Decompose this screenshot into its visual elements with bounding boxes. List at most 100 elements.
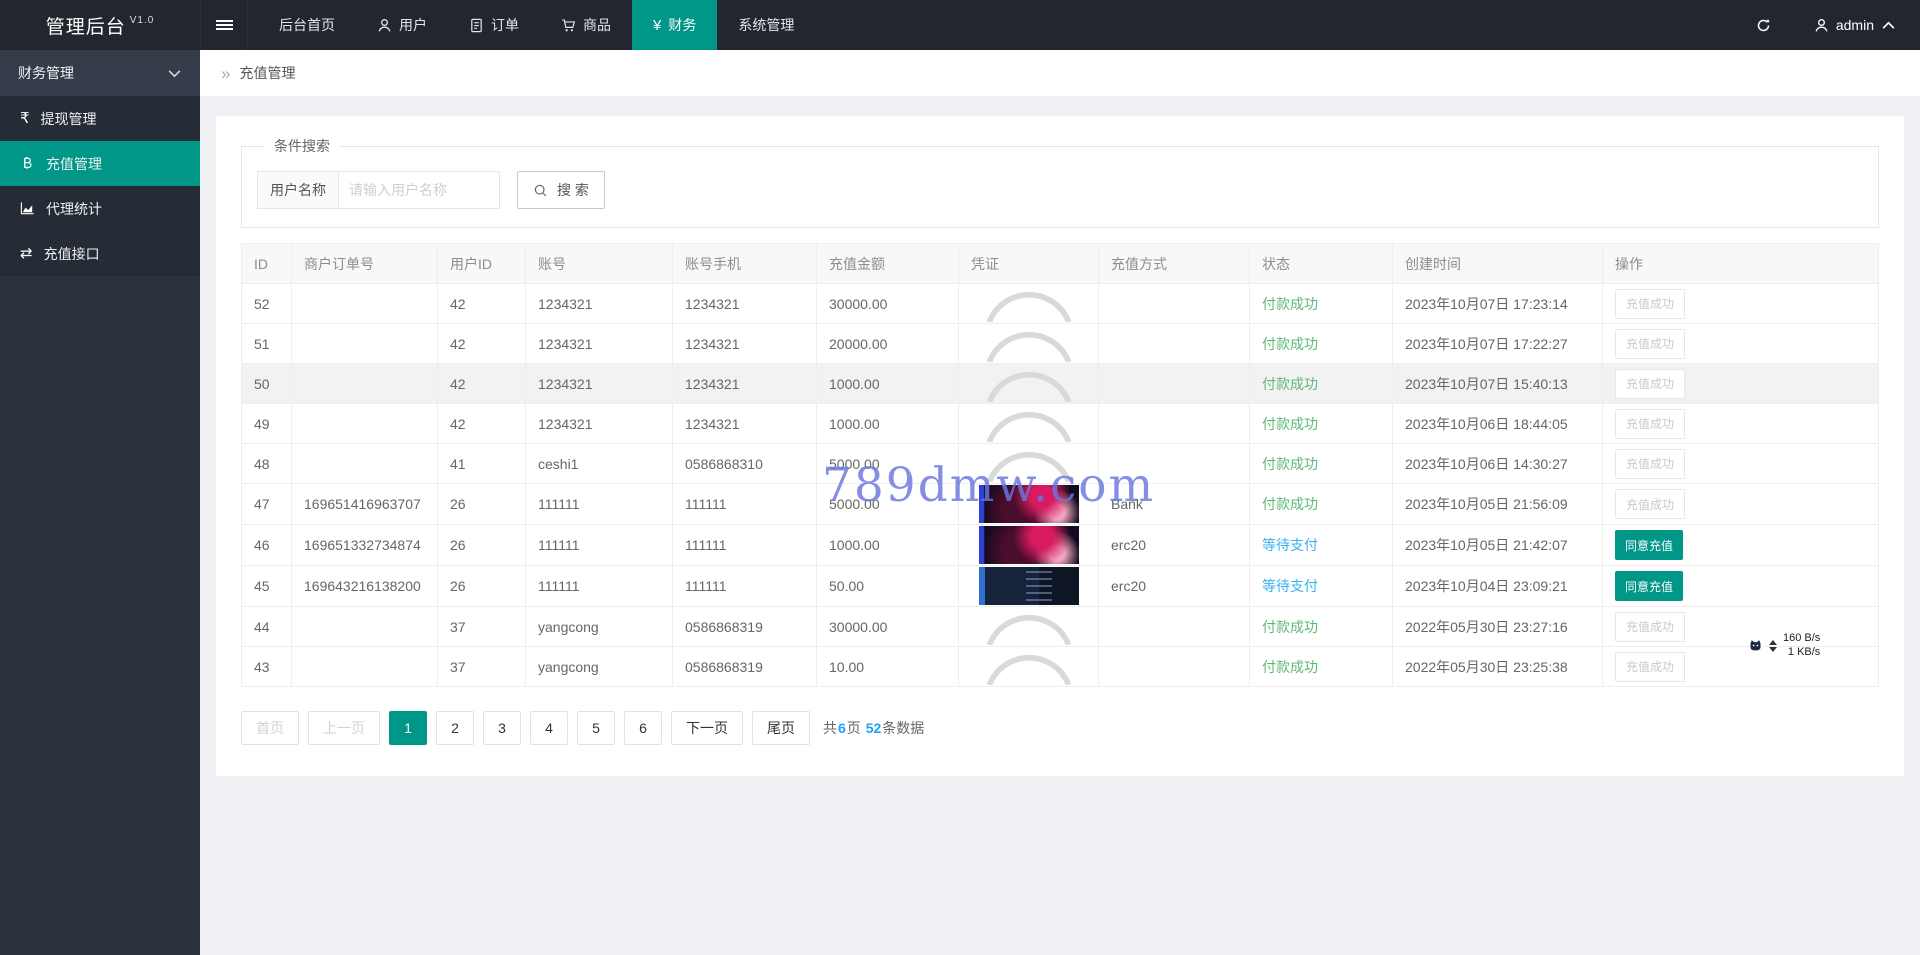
voucher-image[interactable]: [978, 526, 1079, 564]
refresh-icon: [1756, 18, 1771, 33]
voucher-image[interactable]: [978, 567, 1079, 605]
cell-account: 111111: [525, 565, 673, 607]
cell-user-id: 42: [437, 403, 526, 444]
table-row: 43 37 yangcong 0586868319 10.00 付款成功 2022年05月3…: [241, 646, 1879, 687]
search-row: 用户名称 搜 索: [257, 171, 1863, 209]
cell-order-no: 169651332734874: [291, 524, 438, 566]
nav-item-label: 订单: [491, 17, 519, 33]
cell-amount: 1000.00: [816, 524, 959, 566]
content-wrapper: 条件搜索 用户名称 搜 索: [200, 97, 1920, 776]
cell-account: 1234321: [525, 323, 673, 364]
cell-account: 111111: [525, 524, 673, 566]
cell-amount: 1000.00: [816, 403, 959, 444]
column-header: 用户ID: [437, 243, 526, 284]
cell-order-no: 169651416963707: [291, 483, 438, 525]
table-row: 52 42 1234321 1234321 30000.00 付款成功 2023年10月07…: [241, 283, 1879, 324]
hamburger-icon: [215, 18, 233, 32]
username-label: 用户名称: [257, 171, 338, 209]
nav-item-label: 财务: [668, 17, 697, 33]
cell-action: 充值成功: [1602, 606, 1879, 647]
table-row: 50 42 1234321 1234321 1000.00 付款成功 2023年10月07日…: [241, 363, 1879, 404]
cell-account: yangcong: [525, 646, 673, 687]
baht-icon: [20, 156, 35, 171]
sidebar-toggle-button[interactable]: [200, 0, 248, 50]
cell-voucher: [958, 403, 1099, 444]
cell-order-no: [291, 283, 438, 324]
recharge-done-button: 充值成功: [1615, 408, 1686, 439]
pagination-page-5[interactable]: 5: [577, 711, 615, 745]
nav-item-finance[interactable]: ¥ 财务: [632, 0, 718, 50]
search-button-label: 搜 索: [557, 182, 589, 198]
cell-user-id: 26: [437, 483, 526, 525]
cell-account: 1234321: [525, 283, 673, 324]
table-row: 46 169651332734874 26 111111 111111 1000.00 er…: [241, 524, 1879, 566]
pagination-page-4[interactable]: 4: [530, 711, 568, 745]
recharge-table: ID 商户订单号 用户ID 账号 账号手机 充值金额 凭证 充值方式 状态 创建时间 操作 52 42…: [241, 243, 1879, 687]
cell-voucher: [958, 283, 1099, 324]
cell-method: [1098, 323, 1250, 364]
cell-phone: 0586868319: [672, 646, 817, 687]
cell-method: [1098, 443, 1250, 484]
broken-image-placeholder: [986, 332, 1071, 362]
approve-recharge-button[interactable]: 同意充值: [1615, 530, 1684, 560]
pagination-pages: 123456: [389, 711, 662, 745]
cell-created: 2023年10月05日 21:42:07: [1392, 524, 1603, 566]
nav-item-home[interactable]: 后台首页: [258, 0, 356, 50]
cell-voucher: [958, 565, 1099, 607]
cell-phone: 111111: [672, 483, 817, 525]
pagination-last[interactable]: 尾页: [752, 711, 810, 745]
total-pages: 6: [838, 720, 846, 736]
nav-item-label: 商品: [583, 17, 611, 33]
cell-status: 付款成功: [1249, 323, 1393, 364]
cell-user-id: 41: [437, 443, 526, 484]
up-down-arrows-icon: [1769, 639, 1777, 652]
voucher-image[interactable]: [978, 485, 1079, 523]
recharge-done-button: 充值成功: [1615, 651, 1686, 682]
sidebar-item-withdraw[interactable]: ₹ 提现管理: [0, 96, 200, 141]
sidebar-item-recharge[interactable]: 充值管理: [0, 141, 200, 186]
refresh-button[interactable]: [1738, 0, 1790, 50]
total-records: 52: [865, 720, 882, 736]
pagination: 首页 上一页 123456 下一页 尾页 共6页 52条数据: [241, 711, 1879, 745]
sidebar-group-finance[interactable]: 财务管理: [0, 50, 200, 96]
nav-item-goods[interactable]: 商品: [540, 0, 632, 50]
sidebar-item-recharge-api[interactable]: ⇄ 充值接口: [0, 231, 200, 276]
approve-recharge-button[interactable]: 同意充值: [1615, 571, 1684, 601]
cell-order-no: [291, 443, 438, 484]
cell-amount: 10.00: [816, 646, 959, 687]
cell-created: 2023年10月07日 15:40:13: [1392, 363, 1603, 404]
cell-action: 充值成功: [1602, 283, 1879, 324]
nav-item-order[interactable]: 订单: [448, 0, 540, 50]
cell-user-id: 26: [437, 565, 526, 607]
cell-action: 同意充值: [1602, 565, 1879, 607]
username-input[interactable]: [338, 171, 500, 209]
sidebar-item-agent-stats[interactable]: 代理统计: [0, 186, 200, 231]
search-button[interactable]: 搜 索: [517, 171, 605, 209]
cell-created: 2023年10月07日 17:23:14: [1392, 283, 1603, 324]
nav-item-system[interactable]: 系统管理: [717, 0, 815, 50]
table-row: 48 41 ceshi1 0586868310 5000.00 付款成功 2023年10月0…: [241, 443, 1879, 484]
order-icon: [469, 18, 484, 33]
cell-phone: 0586868310: [672, 443, 817, 484]
table-row: 49 42 1234321 1234321 1000.00 付款成功 2023年10月06日…: [241, 403, 1879, 444]
pagination-page-3[interactable]: 3: [483, 711, 521, 745]
cell-order-no: [291, 403, 438, 444]
cell-method: [1098, 646, 1250, 687]
column-header: 充值方式: [1098, 243, 1250, 284]
user-menu[interactable]: admin: [1790, 17, 1920, 33]
status-badge: 付款成功: [1262, 415, 1318, 432]
pagination-next[interactable]: 下一页: [671, 711, 743, 745]
pagination-page-6[interactable]: 6: [624, 711, 662, 745]
cell-user-id: 37: [437, 606, 526, 647]
user-icon: [377, 18, 392, 33]
status-badge: 付款成功: [1262, 295, 1318, 312]
nav-item-user[interactable]: 用户: [356, 0, 448, 50]
broken-image-placeholder: [986, 292, 1071, 322]
pagination-page-2[interactable]: 2: [436, 711, 474, 745]
column-header: 凭证: [958, 243, 1099, 284]
cell-account: ceshi1: [525, 443, 673, 484]
cell-amount: 5000.00: [816, 483, 959, 525]
status-badge: 付款成功: [1262, 375, 1318, 392]
sidebar-group-label: 财务管理: [18, 65, 74, 81]
cell-id: 43: [241, 646, 292, 687]
